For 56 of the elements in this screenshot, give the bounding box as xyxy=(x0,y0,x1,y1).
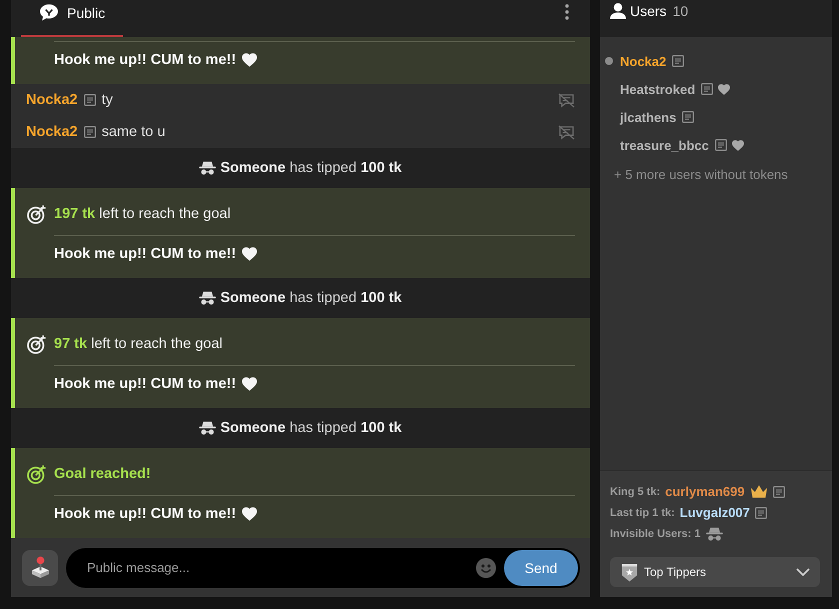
incognito-icon xyxy=(199,291,216,305)
user-name[interactable]: jlcathens xyxy=(620,110,676,124)
heart-icon xyxy=(242,377,258,391)
heart-icon xyxy=(242,507,258,521)
username-link[interactable]: Nocka2 xyxy=(26,92,78,108)
username-link[interactable]: Luvgalz007 xyxy=(680,505,750,520)
users-count: 10 xyxy=(672,3,688,19)
kebab-menu-icon[interactable] xyxy=(565,4,569,20)
message-input[interactable]: Public message... Send xyxy=(66,548,580,588)
user-name[interactable]: Heatstroked xyxy=(620,82,696,96)
note-icon xyxy=(682,111,694,123)
joystick-icon xyxy=(30,556,50,579)
goal-message: Hook me up!! CUM to me!! xyxy=(54,375,236,394)
incognito-icon xyxy=(199,161,216,175)
note-icon xyxy=(672,55,684,67)
user-name[interactable]: treasure_bbcc xyxy=(620,138,709,152)
note-icon xyxy=(714,139,727,151)
tip-message: Someone has tipped 100 tk xyxy=(220,160,402,176)
stat-label: Invisible Users: 1 xyxy=(610,528,700,540)
chat-off-icon[interactable] xyxy=(558,124,575,140)
goal-message: Hook me up!! CUM to me!! xyxy=(54,505,236,524)
games-button[interactable] xyxy=(22,550,58,586)
top-tippers-dropdown[interactable]: Top Tippers xyxy=(610,557,820,587)
chevron-down-icon xyxy=(796,568,810,576)
heart-icon xyxy=(242,247,258,261)
message-text: ty xyxy=(102,92,113,108)
heart-icon xyxy=(242,53,258,67)
incognito-icon xyxy=(706,526,722,540)
note-icon xyxy=(84,94,96,106)
note-icon xyxy=(701,83,714,95)
tip-message: Someone has tipped 100 tk xyxy=(220,420,402,436)
chat-off-icon[interactable] xyxy=(558,92,575,108)
star-badge-icon xyxy=(621,562,638,582)
goal-headline: 97 tk left to reach the goal xyxy=(54,335,222,354)
users-title: Users xyxy=(630,3,667,19)
username-link[interactable]: curlyman699 xyxy=(665,484,745,499)
incognito-icon xyxy=(199,421,216,435)
goal-headline: 197 tk left to reach the goal xyxy=(54,205,231,224)
stat-label: Last tip 1 tk: xyxy=(610,506,675,518)
note-icon xyxy=(772,486,785,498)
user-name[interactable]: Nocka2 xyxy=(620,54,666,68)
send-button[interactable]: Send xyxy=(504,550,578,586)
user-icon xyxy=(610,3,626,19)
stat-label: King 5 tk: xyxy=(610,486,660,498)
username-link[interactable]: Nocka2 xyxy=(26,124,78,140)
goal-message: Hook me up!! CUM to me!! xyxy=(54,245,236,264)
note-icon xyxy=(754,506,767,518)
note-icon xyxy=(84,126,96,138)
goal-headline: Goal reached! xyxy=(54,465,151,484)
emoji-icon[interactable] xyxy=(476,558,496,578)
goal-message: Hook me up!! CUM to me!! xyxy=(54,51,236,70)
crown-icon xyxy=(750,485,768,498)
speech-bubble-icon xyxy=(40,4,58,21)
tip-message: Someone has tipped 100 tk xyxy=(220,290,402,306)
more-users-text: + 5 more users without tokens xyxy=(613,166,789,184)
message-text: same to u xyxy=(102,124,166,140)
